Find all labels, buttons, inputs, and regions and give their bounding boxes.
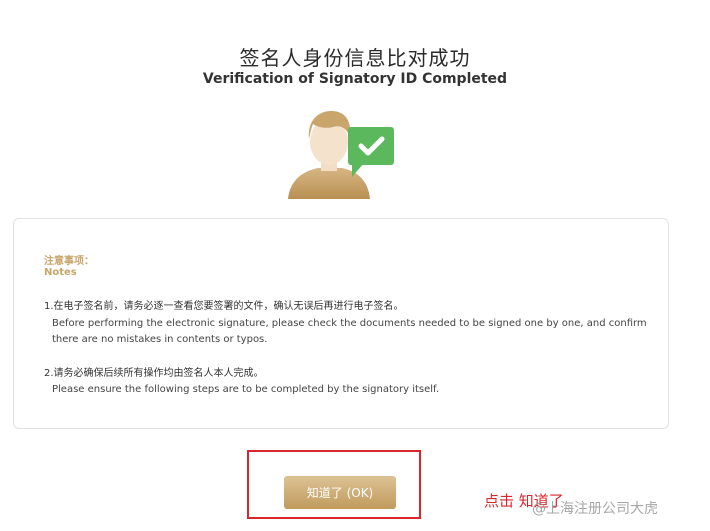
- note-1-en: Before performing the electronic signatu…: [52, 318, 647, 345]
- note-2-cn: 2.请务必确保后续所有操作均由签名人本人完成。: [44, 368, 264, 379]
- watermark-text: @上海注册公司大虎: [532, 501, 658, 517]
- notes-label-cn: 注意事项：: [44, 256, 94, 267]
- user-verified-icon: [288, 111, 394, 199]
- note-1-cn: 1.在电子签名前，请务必逐一查看您要签署的文件，确认无误后再进行电子签名。: [44, 301, 404, 312]
- page-title-cn: 签名人身份信息比对成功: [239, 46, 471, 70]
- notes-panel: 注意事项： Notes 1.在电子签名前，请务必逐一查看您要签署的文件，确认无误…: [13, 218, 669, 429]
- check-speech-bubble-icon: [348, 127, 394, 177]
- verification-illustration: [280, 105, 400, 201]
- page-title-en: Verification of Signatory ID Completed: [202, 71, 508, 87]
- verification-success-page: 签名人身份信息比对成功 Verification of Signatory ID…: [0, 0, 710, 531]
- notes-label-en: Notes: [44, 267, 77, 278]
- note-2-en: Please ensure the following steps are to…: [52, 384, 440, 395]
- watermark: @上海注册公司大虎: [532, 498, 658, 518]
- ok-button[interactable]: 知道了 (OK): [284, 476, 396, 509]
